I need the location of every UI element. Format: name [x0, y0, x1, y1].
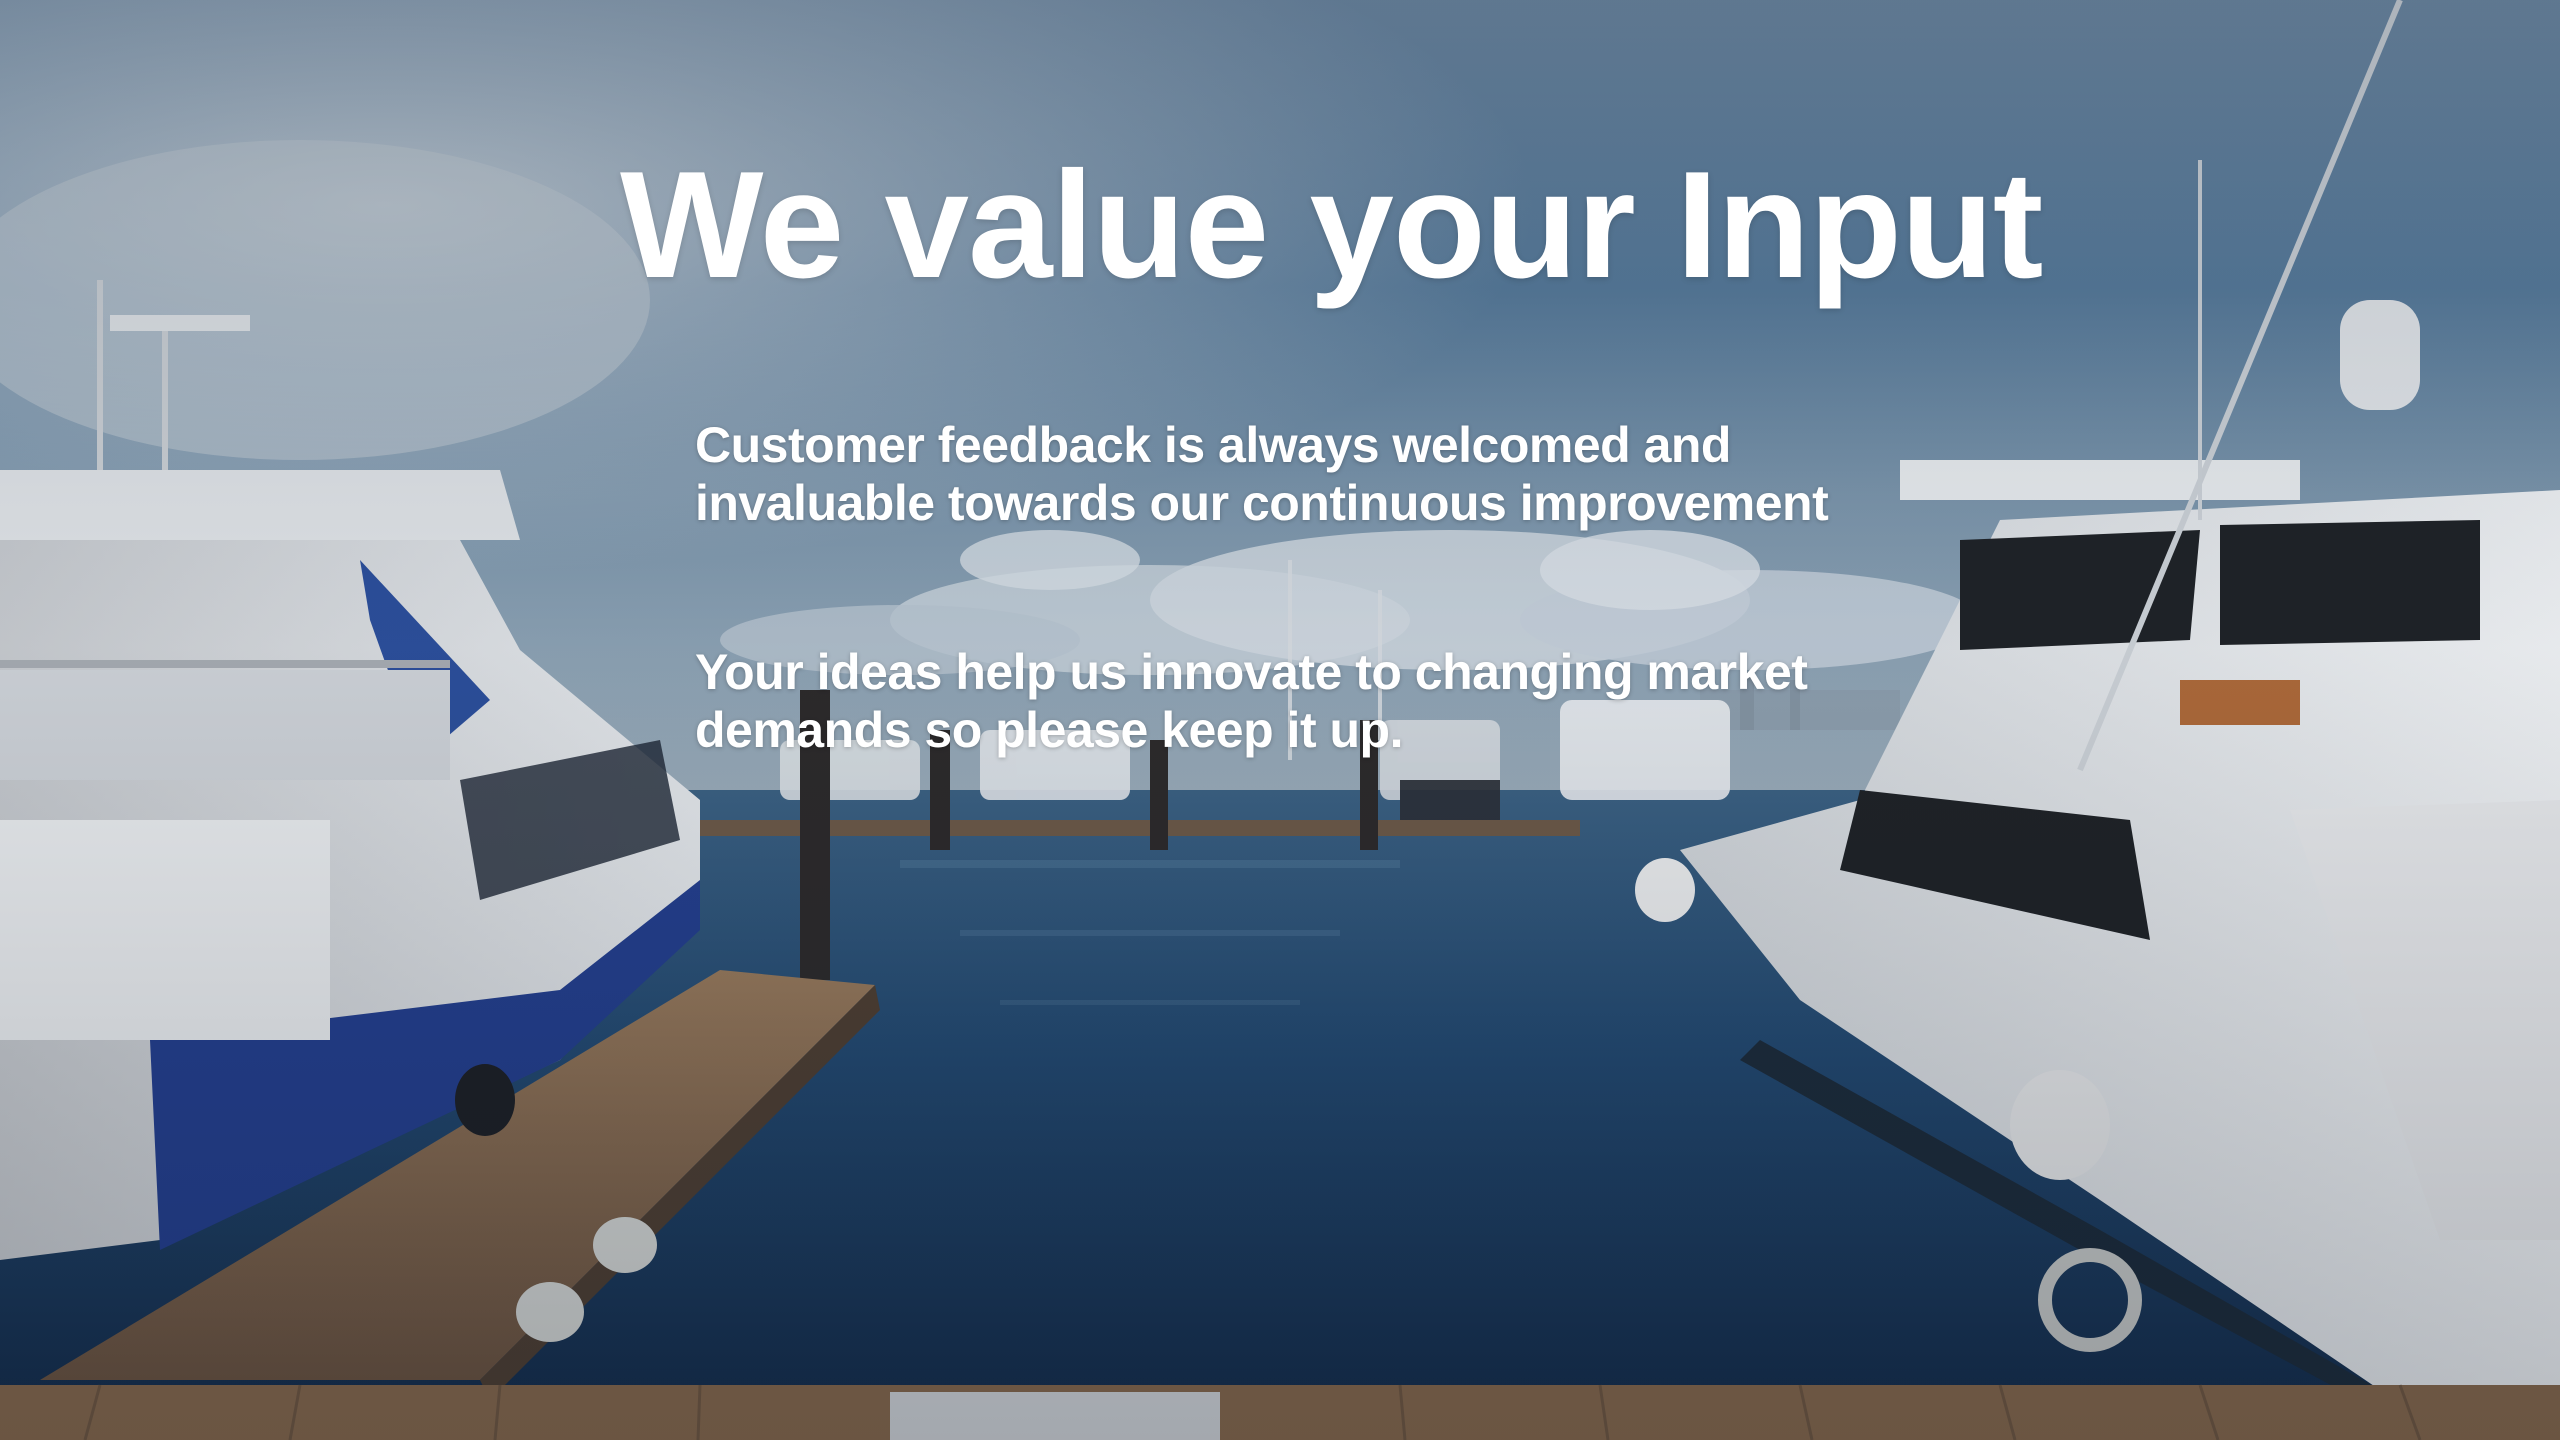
feedback-paragraph-line-2: invaluable towards our continuous improv… [695, 475, 1829, 531]
feedback-paragraph: Customer feedback is always welcomed and… [695, 416, 1945, 532]
feedback-paragraph-line-1: Customer feedback is always welcomed and [695, 417, 1731, 473]
ideas-paragraph: Your ideas help us innovate to changing … [695, 643, 1945, 759]
ideas-paragraph-line-2: demands so please keep it up. [695, 702, 1403, 758]
ideas-paragraph-line-1: Your ideas help us innovate to changing … [695, 644, 1808, 700]
slide-title: We value your Input [620, 140, 2043, 310]
